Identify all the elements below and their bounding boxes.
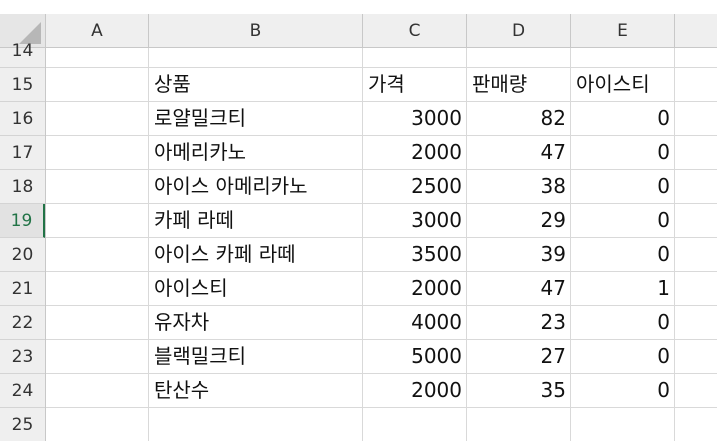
cell-b22[interactable]: 유자차 (149, 306, 363, 339)
cell-d22[interactable]: 23 (467, 306, 571, 339)
cell-d19[interactable]: 29 (467, 204, 571, 237)
cell-e25[interactable] (571, 408, 675, 441)
cell-e17[interactable]: 0 (571, 136, 675, 169)
cell-e21[interactable]: 1 (571, 272, 675, 305)
cell-c22[interactable]: 4000 (363, 306, 467, 339)
cell-e16[interactable]: 0 (571, 102, 675, 135)
cell-d23[interactable]: 27 (467, 340, 571, 373)
cell-c16[interactable]: 3000 (363, 102, 467, 135)
cell-b18[interactable]: 아이스 아메리카노 (149, 170, 363, 203)
cell-a16[interactable] (46, 102, 149, 135)
cell-b14[interactable] (149, 34, 363, 67)
cell-b15[interactable]: 상품 (149, 68, 363, 101)
row-header-22[interactable]: 22 (0, 306, 45, 340)
cell-d24[interactable]: 35 (467, 374, 571, 407)
cell-b21[interactable]: 아이스티 (149, 272, 363, 305)
cell-e24[interactable]: 0 (571, 374, 675, 407)
cell-e20[interactable]: 0 (571, 238, 675, 271)
row-header-bar: 14 15 16 17 18 19 20 21 22 23 24 25 (0, 41, 46, 441)
cell-b23[interactable]: 블랙밀크티 (149, 340, 363, 373)
cell-a20[interactable] (46, 238, 149, 271)
cell-a22[interactable] (46, 306, 149, 339)
cell-b17[interactable]: 아메리카노 (149, 136, 363, 169)
row-header-24[interactable]: 24 (0, 374, 45, 408)
cell-c24[interactable]: 2000 (363, 374, 467, 407)
cell-c19[interactable]: 3000 (363, 204, 467, 237)
cell-e22[interactable]: 0 (571, 306, 675, 339)
cell-a25[interactable] (46, 408, 149, 441)
cell-d21[interactable]: 47 (467, 272, 571, 305)
cell-b25[interactable] (149, 408, 363, 441)
row-header-14[interactable]: 14 (0, 34, 45, 68)
row-header-15[interactable]: 15 (0, 68, 45, 102)
cell-c25[interactable] (363, 408, 467, 441)
row-header-16[interactable]: 16 (0, 102, 45, 136)
spreadsheet: A B C D E 14 15 16 17 18 19 20 21 22 23 24 25 상품 가격 판… (0, 0, 717, 441)
cell-d20[interactable]: 39 (467, 238, 571, 271)
cell-grid[interactable]: 상품 가격 판매량 아이스티 로얄밀크티 3000 82 0 아메리카노 2000 47 0 아이스 아… (46, 48, 717, 441)
cell-d15[interactable]: 판매량 (467, 68, 571, 101)
cell-e15[interactable]: 아이스티 (571, 68, 675, 101)
row-header-17[interactable]: 17 (0, 136, 45, 170)
cell-a14[interactable] (46, 34, 149, 67)
cell-a24[interactable] (46, 374, 149, 407)
cell-e14[interactable] (571, 34, 675, 67)
cell-c21[interactable]: 2000 (363, 272, 467, 305)
cell-d16[interactable]: 82 (467, 102, 571, 135)
cell-c17[interactable]: 2000 (363, 136, 467, 169)
cell-a18[interactable] (46, 170, 149, 203)
cell-a17[interactable] (46, 136, 149, 169)
cell-e18[interactable]: 0 (571, 170, 675, 203)
row-header-18[interactable]: 18 (0, 170, 45, 204)
cell-b24[interactable]: 탄산수 (149, 374, 363, 407)
cell-b19[interactable]: 카페 라떼 (149, 204, 363, 237)
cell-d17[interactable]: 47 (467, 136, 571, 169)
cell-b20[interactable]: 아이스 카페 라떼 (149, 238, 363, 271)
cell-c15[interactable]: 가격 (363, 68, 467, 101)
cell-e23[interactable]: 0 (571, 340, 675, 373)
cell-d25[interactable] (467, 408, 571, 441)
cell-a21[interactable] (46, 272, 149, 305)
cell-b16[interactable]: 로얄밀크티 (149, 102, 363, 135)
cell-a23[interactable] (46, 340, 149, 373)
ribbon-edge (0, 0, 717, 14)
row-header-19[interactable]: 19 (0, 204, 45, 238)
cell-d14[interactable] (467, 34, 571, 67)
cell-a19[interactable] (46, 204, 149, 237)
cell-d18[interactable]: 38 (467, 170, 571, 203)
cell-c18[interactable]: 2500 (363, 170, 467, 203)
cell-c23[interactable]: 5000 (363, 340, 467, 373)
row-header-23[interactable]: 23 (0, 340, 45, 374)
row-header-20[interactable]: 20 (0, 238, 45, 272)
cell-e19[interactable]: 0 (571, 204, 675, 237)
cell-a15[interactable] (46, 68, 149, 101)
row-header-25[interactable]: 25 (0, 408, 45, 441)
cell-c20[interactable]: 3500 (363, 238, 467, 271)
cell-c14[interactable] (363, 34, 467, 67)
row-header-21[interactable]: 21 (0, 272, 45, 306)
